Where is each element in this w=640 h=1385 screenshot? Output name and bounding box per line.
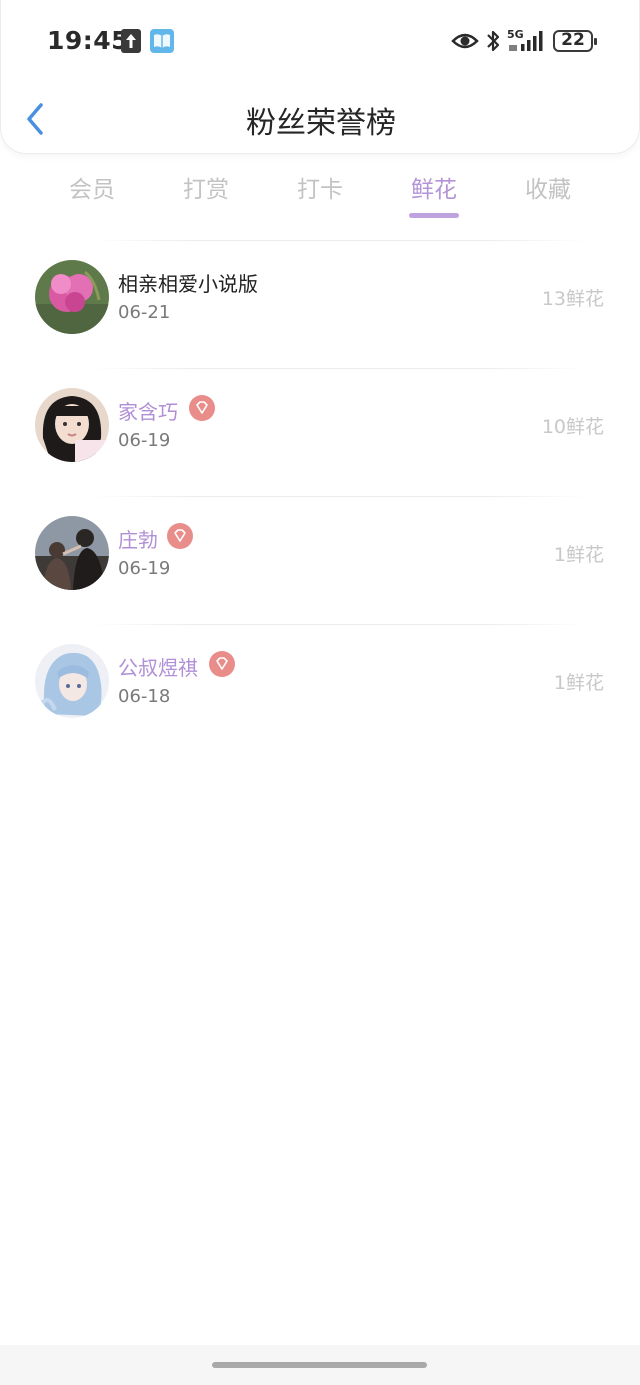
list-item[interactable]: 相亲相爱小说版 06-21 13鲜花 <box>0 238 640 366</box>
system-nav-bar <box>0 1345 640 1385</box>
list-item[interactable]: 庄勃 06-19 1鲜花 <box>0 494 640 622</box>
signal-icon: 5G <box>507 27 547 57</box>
date-label: 06-19 <box>118 558 171 579</box>
user-name: 庄勃 <box>118 528 158 552</box>
active-tab-indicator <box>409 213 459 218</box>
user-name: 公叔煜祺 <box>118 656 198 680</box>
bluetooth-icon <box>485 28 501 58</box>
tab-checkin[interactable]: 打卡 <box>270 170 370 204</box>
book-icon <box>150 29 174 53</box>
avatar <box>35 388 109 462</box>
date-label: 06-21 <box>118 302 171 323</box>
avatar <box>35 516 109 590</box>
flower-count: 1鲜花 <box>553 544 604 566</box>
status-bar: 19:45 5G 22 <box>1 0 640 82</box>
header-card: 19:45 5G 22 粉丝荣誉榜 <box>0 0 640 154</box>
tab-favorites[interactable]: 收藏 <box>498 170 598 204</box>
date-label: 06-18 <box>118 686 171 707</box>
list-item[interactable]: 家含巧 06-19 10鲜花 <box>0 366 640 494</box>
diamond-badge-icon <box>209 651 235 677</box>
user-name: 家含巧 <box>118 400 178 424</box>
diamond-badge-icon <box>189 395 215 421</box>
flower-count: 1鲜花 <box>553 672 604 694</box>
page-title: 粉丝荣誉榜 <box>246 106 396 141</box>
tab-tips[interactable]: 打赏 <box>156 170 256 204</box>
avatar <box>35 260 109 334</box>
eye-icon <box>451 31 479 55</box>
battery-level: 22 <box>561 30 585 50</box>
tab-flowers-label: 鲜花 <box>411 177 457 203</box>
tab-members[interactable]: 会员 <box>42 170 142 204</box>
flower-count: 13鲜花 <box>541 288 604 310</box>
home-indicator[interactable] <box>212 1362 427 1368</box>
tab-flowers[interactable]: 鲜花 <box>384 170 484 218</box>
date-label: 06-19 <box>118 430 171 451</box>
user-name: 相亲相爱小说版 <box>118 272 258 296</box>
battery-icon: 22 <box>553 30 597 52</box>
tab-bar: 会员 打赏 打卡 鲜花 收藏 <box>0 170 640 222</box>
upload-icon <box>121 29 141 53</box>
network-type-label: 5G <box>507 28 524 41</box>
status-time: 19:45 <box>47 26 130 55</box>
flower-count: 10鲜花 <box>541 416 604 438</box>
diamond-badge-icon <box>167 523 193 549</box>
avatar <box>35 644 109 718</box>
list-item[interactable]: 公叔煜祺 06-18 1鲜花 <box>0 622 640 750</box>
